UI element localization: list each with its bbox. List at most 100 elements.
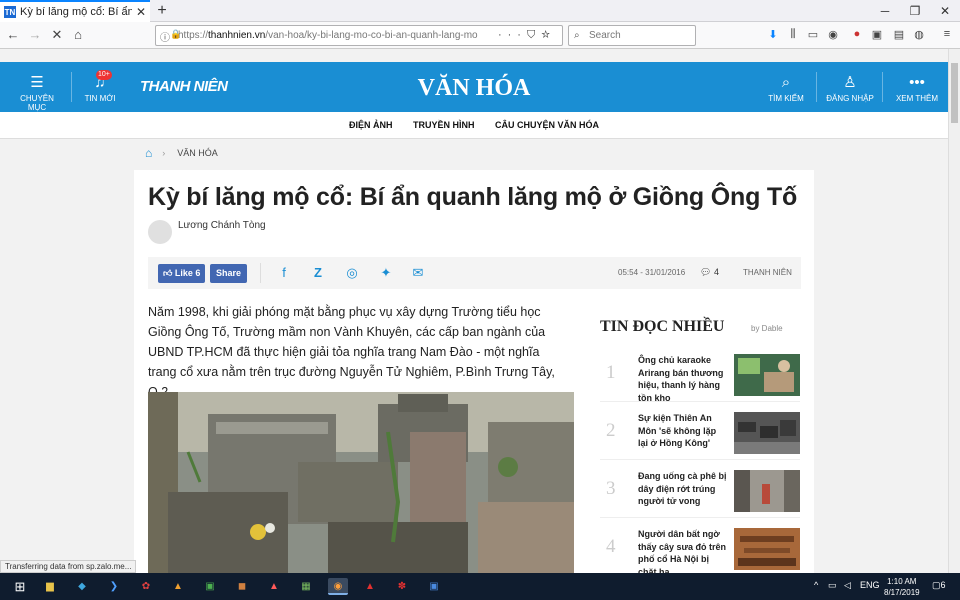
most-read-item[interactable]: 4 Người dân bất ngờ thấy cây sưa đỏ trên… [600, 522, 800, 577]
pdf-icon[interactable]: ▲ [360, 578, 380, 595]
browser-tab-active[interactable]: TN Kỳ bí lăng mộ cổ: Bí ẩn quanh ✕ [0, 0, 150, 22]
site-header: VĂN HÓA ☰ CHUYÊN MỤC ♫ 10+ TIN MỚI THANH… [0, 62, 948, 112]
item-thumbnail [734, 470, 800, 512]
extension-icon[interactable]: ◍ [912, 28, 926, 41]
comment-count[interactable]: 💬︎ 4 [700, 267, 719, 278]
status-bar: Transferring data from sp.zalo.me... [0, 560, 137, 573]
powershell-icon[interactable]: ❯ [104, 578, 124, 595]
article-photo[interactable] [148, 392, 574, 573]
item-rank: 1 [606, 362, 616, 383]
app-icon[interactable]: ✽ [392, 578, 412, 595]
site-logo[interactable]: THANH NIÊN [140, 78, 228, 95]
divider [882, 72, 883, 102]
search-button[interactable]: ⌕ TÌM KIẾM [762, 62, 810, 112]
extension-icon[interactable]: ▤ [892, 28, 906, 41]
file-explorer-icon[interactable]: ▆ [40, 578, 60, 595]
dable-credit[interactable]: by Dable [751, 324, 783, 333]
back-button[interactable]: ← [5, 27, 21, 43]
subnav-item[interactable]: CÂU CHUYỆN VĂN HÓA [495, 120, 599, 130]
url-domain: thanhnien.vn [208, 30, 266, 41]
breadcrumb-section[interactable]: VĂN HÓA [177, 148, 218, 158]
chevron-right-icon: › [162, 148, 166, 158]
article-source: THANH NIÊN [743, 268, 792, 277]
zalo-icon[interactable]: Z [310, 265, 326, 280]
firefox-icon[interactable]: ◉ [328, 578, 348, 595]
search-box[interactable]: ⌕ Search [568, 25, 696, 46]
stop-loading-button[interactable]: ✕ [49, 27, 65, 43]
sidebar-icon[interactable]: ▭ [806, 28, 820, 41]
notification-center[interactable]: ▢6 [932, 580, 946, 591]
item-title: Sự kiện Thiên An Môn 'sẽ không lặp lại ở… [638, 413, 717, 448]
article-title: Kỳ bí lăng mộ cổ: Bí ẩn quanh lăng mộ ở … [148, 183, 798, 211]
category-menu-button[interactable]: ☰ CHUYÊN MỤC [10, 62, 64, 113]
search-label: TÌM KIẾM [768, 94, 804, 103]
app-icon[interactable]: ▣ [424, 578, 444, 595]
most-read-item[interactable]: 3 Đang uống cà phê bị dây điện rớt trúng… [600, 464, 800, 518]
navigation-toolbar: ← → ✕ ⌂ ⓘ 🔒 https://thanhnien.vn/van-hoa… [0, 22, 960, 49]
item-rank: 3 [606, 478, 616, 499]
scrollbar-thumb[interactable] [951, 63, 958, 123]
latest-news-button[interactable]: ♫ 10+ TIN MỚI [80, 62, 120, 112]
app-icon[interactable]: ◼ [232, 578, 252, 595]
search-icon: ⌕ [574, 30, 580, 41]
url-bar[interactable]: ⓘ 🔒 https://thanhnien.vn/van-hoa/ky-bi-l… [155, 25, 563, 46]
comment-icon: 💬︎ [700, 267, 714, 277]
search-placeholder: Search [589, 30, 621, 41]
account-icon[interactable]: ◉ [826, 28, 840, 41]
system-clock[interactable]: 1:10 AM 8/17/2019 [884, 576, 920, 598]
network-icon[interactable]: ▭ [828, 580, 837, 591]
app-icon[interactable]: ◆ [72, 578, 92, 595]
volume-icon[interactable]: ◁ [844, 580, 851, 591]
subnav-item[interactable]: TRUYỀN HÌNH [413, 120, 475, 130]
home-button[interactable]: ⌂ [70, 27, 86, 43]
extension-icon[interactable]: ▣ [870, 28, 884, 41]
windows-start-icon[interactable]: ⊞ [10, 578, 30, 595]
facebook-share-button[interactable]: Share [210, 264, 248, 283]
most-read-item[interactable]: 2 Sự kiện Thiên An Môn 'sẽ không lặp lại… [600, 406, 800, 460]
item-rank: 2 [606, 420, 616, 441]
new-tab-button[interactable]: + [154, 2, 170, 20]
clock-date: 8/17/2019 [884, 588, 920, 597]
app-icon[interactable]: ▲ [168, 578, 188, 595]
library-icon[interactable]: ⫼ [786, 28, 800, 41]
page-scrollbar[interactable] [948, 49, 960, 573]
menu-icon[interactable]: ≡ [940, 28, 954, 40]
subnav-item[interactable]: ĐIỆN ẢNH [349, 120, 393, 130]
item-title: Người dân bất ngờ thấy cây sưa đỏ trên p… [638, 529, 727, 577]
author-name[interactable]: Lương Chánh Tòng [178, 220, 266, 231]
app-icon[interactable]: ▦ [296, 578, 316, 595]
close-tab-icon[interactable]: ✕ [136, 5, 146, 19]
email-icon[interactable]: ✉ [410, 265, 426, 281]
item-thumbnail [734, 354, 800, 396]
tomb-photo [148, 392, 574, 573]
publish-datetime: 05:54 - 31/01/2016 [618, 268, 686, 277]
page-actions[interactable]: ···⛉☆ [497, 29, 556, 42]
link-icon[interactable]: ◎ [344, 265, 360, 281]
site-favicon-icon: TN [4, 6, 16, 18]
twitter-icon[interactable]: ✦ [378, 265, 394, 281]
facebook-like-button[interactable]: 👍︎ Like 6 [158, 264, 206, 283]
forward-button[interactable]: → [27, 27, 43, 43]
login-button[interactable]: ♙ ĐĂNG NHẬP [824, 62, 876, 112]
info-icon[interactable]: ⓘ [160, 29, 170, 44]
minimize-button[interactable]: ─ [870, 0, 900, 22]
download-icon[interactable]: ⬇ [766, 28, 780, 41]
app-icon[interactable]: ▣ [200, 578, 220, 595]
language-indicator[interactable]: ENG [860, 580, 880, 590]
item-rank: 4 [606, 536, 616, 557]
most-read-item[interactable]: 1 Ông chủ karaoke Arirang bán thương hiệ… [600, 348, 800, 403]
restore-button[interactable]: ❐ [900, 0, 930, 22]
tray-chevron-icon[interactable]: ^ [814, 580, 818, 590]
extension-icon[interactable]: ● [850, 28, 864, 40]
user-icon: ♙ [843, 74, 857, 91]
url-path: /van-hoa/ky-bi-lang-mo-co-bi-an-quanh-la… [265, 30, 478, 41]
clock-time: 1:10 AM [887, 577, 917, 586]
breadcrumb: ⌂ › VĂN HÓA [145, 146, 218, 160]
login-label: ĐĂNG NHẬP [826, 94, 874, 103]
facebook-icon[interactable]: f [276, 265, 292, 280]
home-icon[interactable]: ⌂ [145, 146, 152, 160]
close-window-button[interactable]: ✕ [930, 0, 960, 22]
app-icon[interactable]: ▲ [264, 578, 284, 595]
more-button[interactable]: ••• XEM THÊM [892, 62, 942, 112]
app-icon[interactable]: ✿ [136, 578, 156, 595]
